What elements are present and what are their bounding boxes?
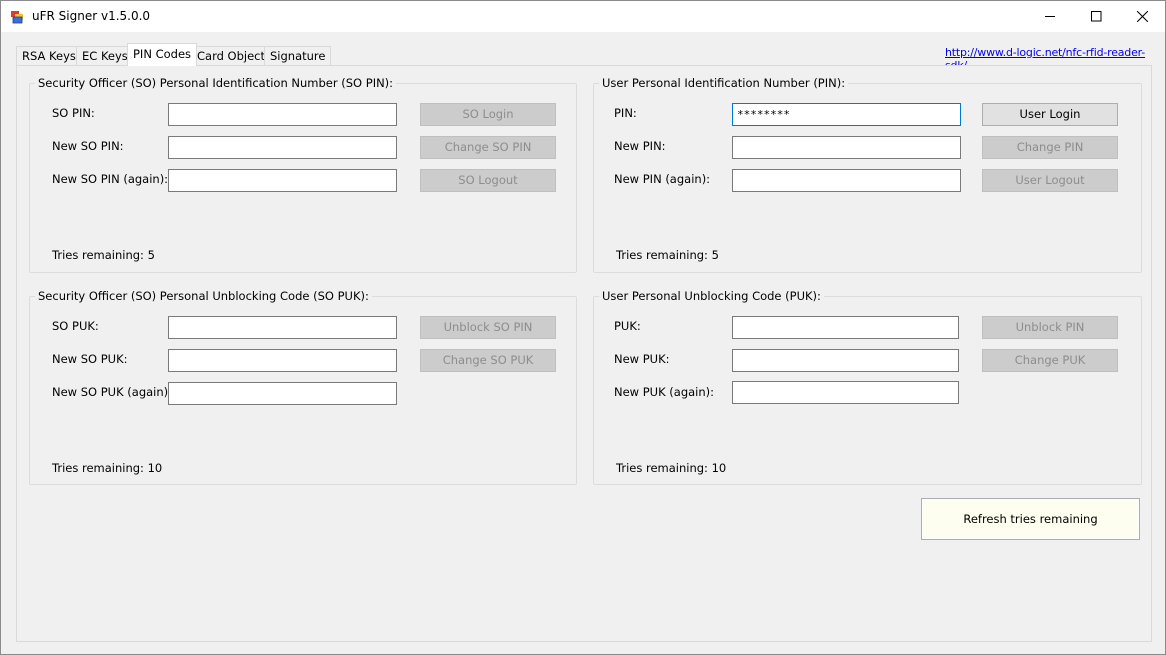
new-pin-field[interactable]: [732, 136, 961, 159]
new-pin-again-label: New PIN (again):: [614, 172, 711, 186]
maximize-icon: [1091, 11, 1102, 22]
puk-label: PUK:: [614, 319, 641, 333]
so-puk-group: Security Officer (SO) Personal Unblockin…: [29, 289, 577, 485]
pin-label: PIN:: [614, 106, 637, 120]
change-so-pin-button[interactable]: Change SO PIN: [420, 136, 556, 159]
new-so-pin-again-label: New SO PIN (again):: [52, 172, 169, 186]
change-puk-button[interactable]: Change PUK: [982, 349, 1118, 372]
close-button[interactable]: [1119, 1, 1165, 32]
minimize-button[interactable]: [1027, 1, 1073, 32]
so-puk-field[interactable]: [168, 316, 397, 339]
new-so-pin-field[interactable]: [168, 136, 397, 159]
minimize-icon: [1045, 16, 1055, 17]
refresh-tries-button[interactable]: Refresh tries remaining: [921, 498, 1140, 540]
new-so-puk-again-label: New SO PUK (again):: [52, 385, 173, 399]
user-pin-group: User Personal Identification Number (PIN…: [593, 76, 1142, 273]
pin-field[interactable]: ********: [732, 103, 961, 126]
maximize-button[interactable]: [1073, 1, 1119, 32]
close-icon: [1137, 11, 1148, 22]
change-so-puk-button[interactable]: Change SO PUK: [420, 349, 556, 372]
user-puk-group: User Personal Unblocking Code (PUK): PUK…: [593, 289, 1142, 485]
unblock-pin-button[interactable]: Unblock PIN: [982, 316, 1118, 339]
app-icon: [11, 11, 23, 24]
app-window: uFR Signer v1.5.0.0 RSA Keys EC Keys PIN…: [0, 0, 1166, 655]
new-so-pin-label: New SO PIN:: [52, 139, 124, 153]
new-so-puk-again-field[interactable]: [168, 382, 397, 405]
so-puk-group-title: Security Officer (SO) Personal Unblockin…: [35, 289, 372, 303]
unblock-so-pin-button[interactable]: Unblock SO PIN: [420, 316, 556, 339]
new-pin-again-field[interactable]: [732, 169, 961, 192]
user-login-button[interactable]: User Login: [982, 103, 1118, 126]
new-puk-label: New PUK:: [614, 352, 670, 366]
so-logout-button[interactable]: SO Logout: [420, 169, 556, 192]
tab-pin-codes[interactable]: PIN Codes: [127, 43, 198, 66]
so-puk-label: SO PUK:: [52, 319, 99, 333]
new-puk-field[interactable]: [732, 349, 959, 372]
user-pin-tries-remaining: Tries remaining: 5: [616, 248, 719, 262]
window-title: uFR Signer v1.5.0.0: [32, 9, 151, 23]
tab-rsa-keys[interactable]: RSA Keys: [16, 46, 82, 65]
tab-ec-keys[interactable]: EC Keys: [76, 46, 134, 65]
tab-signature[interactable]: Signature: [264, 46, 332, 65]
new-puk-again-field[interactable]: [732, 381, 959, 404]
change-pin-button[interactable]: Change PIN: [982, 136, 1118, 159]
so-pin-group: Security Officer (SO) Personal Identific…: [29, 76, 577, 273]
user-pin-group-title: User Personal Identification Number (PIN…: [599, 76, 849, 90]
new-so-puk-label: New SO PUK:: [52, 352, 128, 366]
user-logout-button[interactable]: User Logout: [982, 169, 1118, 192]
user-puk-group-title: User Personal Unblocking Code (PUK):: [599, 289, 824, 303]
so-pin-label: SO PIN:: [52, 106, 95, 120]
so-pin-field[interactable]: [168, 103, 397, 126]
user-puk-tries-remaining: Tries remaining: 10: [616, 461, 727, 475]
new-puk-again-label: New PUK (again):: [614, 385, 715, 399]
so-pin-group-title: Security Officer (SO) Personal Identific…: [35, 76, 397, 90]
so-login-button[interactable]: SO Login: [420, 103, 556, 126]
so-puk-tries-remaining: Tries remaining: 10: [52, 461, 163, 475]
new-so-puk-field[interactable]: [168, 349, 397, 372]
pin-codes-panel: Security Officer (SO) Personal Identific…: [16, 65, 1152, 642]
so-pin-tries-remaining: Tries remaining: 5: [52, 248, 155, 262]
new-so-pin-again-field[interactable]: [168, 169, 397, 192]
puk-field[interactable]: [732, 316, 959, 339]
new-pin-label: New PIN:: [614, 139, 666, 153]
title-bar: uFR Signer v1.5.0.0: [1, 1, 1165, 32]
